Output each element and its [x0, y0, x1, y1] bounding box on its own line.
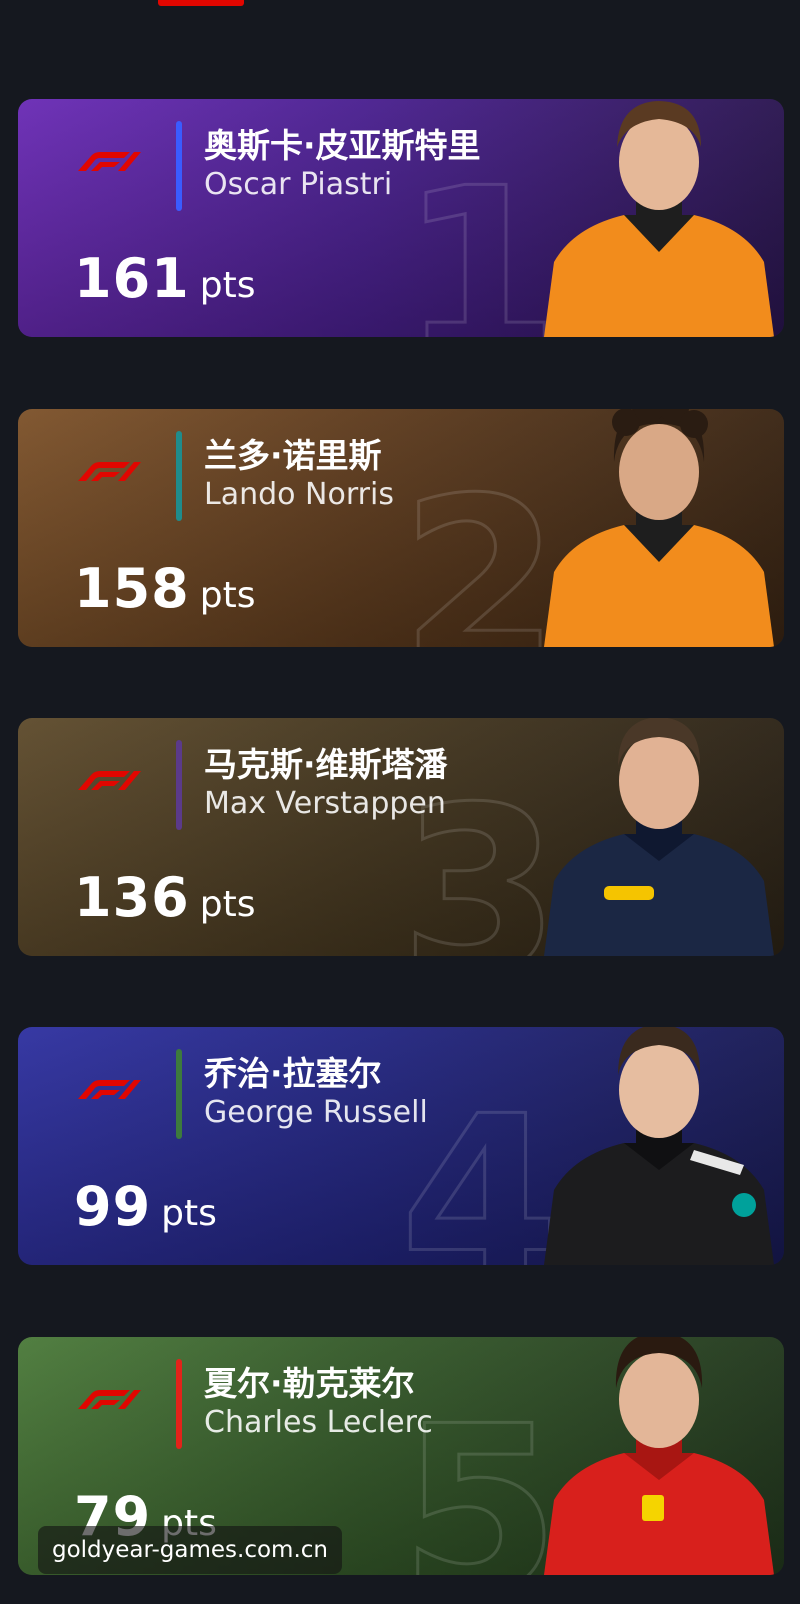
driver-portrait: [544, 1337, 774, 1575]
driver-name-zh: 奥斯卡·皮亚斯特里: [204, 126, 481, 165]
driver-portrait: [544, 409, 774, 647]
driver-name-zh: 乔治·拉塞尔: [204, 1054, 382, 1093]
driver-name-en: George Russell: [204, 1095, 428, 1130]
driver-card-3[interactable]: 马克斯·维斯塔潘 Max Verstappen 136 pts 3: [18, 718, 784, 956]
driver-name-en: Max Verstappen: [204, 786, 446, 821]
team-color-bar: [176, 740, 182, 830]
watermark: goldyear-games.com.cn: [38, 1526, 342, 1574]
f1-logo-icon: [78, 462, 141, 481]
driver-card-1[interactable]: 奥斯卡·皮亚斯特里 Oscar Piastri 161 pts 1: [18, 99, 784, 337]
points-unit: pts: [199, 884, 256, 925]
rank-number: 1: [398, 140, 561, 337]
driver-name-zh: 兰多·诺里斯: [204, 436, 382, 475]
driver-card-2[interactable]: 兰多·诺里斯 Lando Norris 158 pts 2: [18, 409, 784, 647]
driver-portrait: [544, 1027, 774, 1265]
f1-logo-icon: [78, 1080, 141, 1099]
f1-logo-icon: [78, 1390, 141, 1409]
points-value: 158: [74, 557, 190, 620]
driver-name-en: Charles Leclerc: [204, 1405, 433, 1440]
points-unit: pts: [161, 1193, 217, 1234]
driver-name-zh: 夏尔·勒克莱尔: [204, 1364, 415, 1403]
driver-points: 161 pts: [74, 247, 255, 310]
points-unit: pts: [199, 265, 256, 306]
points-value: 161: [74, 247, 190, 310]
driver-points: 158 pts: [74, 557, 255, 620]
team-color-bar: [176, 1049, 182, 1139]
driver-points: 136 pts: [74, 866, 255, 929]
points-unit: pts: [199, 575, 256, 616]
driver-portrait: [544, 101, 774, 337]
driver-name-zh: 马克斯·维斯塔潘: [204, 745, 448, 784]
driver-points: 99 pts: [74, 1175, 217, 1238]
driver-portrait: [544, 718, 774, 956]
team-color-bar: [176, 121, 182, 211]
f1-logo-icon: [78, 771, 141, 790]
rank-number: 2: [398, 450, 561, 647]
f1-logo-icon: [78, 152, 141, 171]
active-tab-indicator: [158, 0, 244, 6]
driver-card-4[interactable]: 乔治·拉塞尔 George Russell 99 pts 4: [18, 1027, 784, 1265]
points-value: 99: [74, 1175, 152, 1238]
team-color-bar: [176, 431, 182, 521]
driver-name-en: Oscar Piastri: [204, 167, 393, 202]
driver-name-en: Lando Norris: [204, 477, 394, 512]
points-value: 136: [74, 866, 190, 929]
team-color-bar: [176, 1359, 182, 1449]
